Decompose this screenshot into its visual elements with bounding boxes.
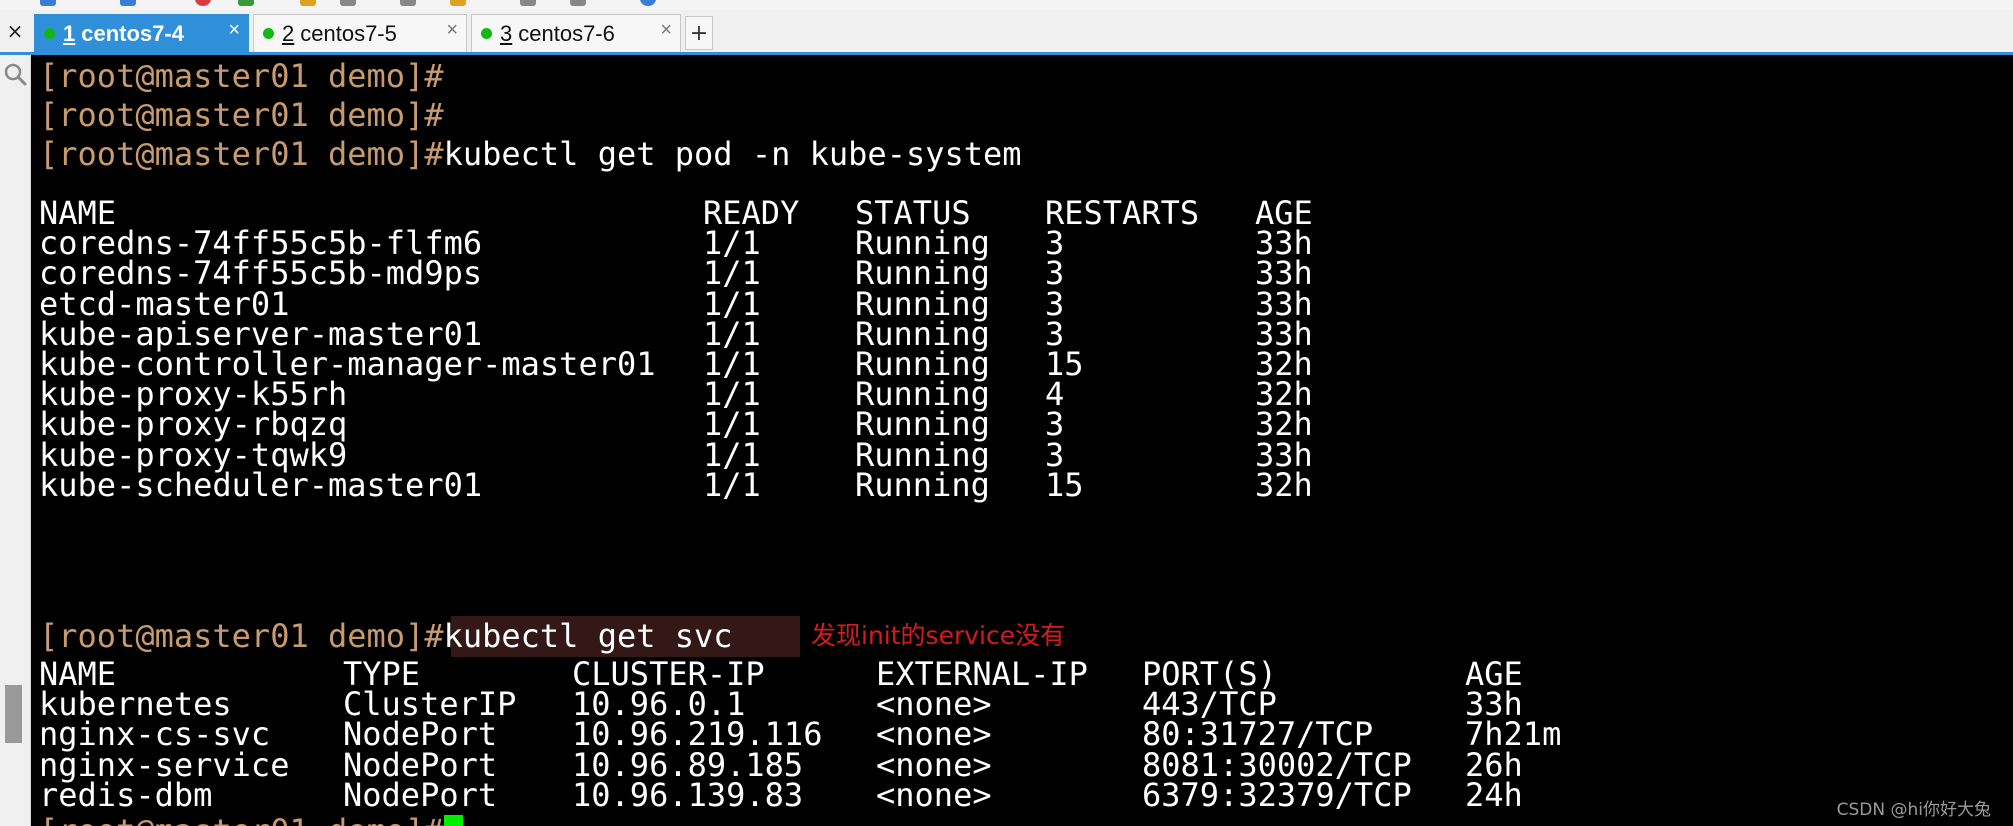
terminal-line: [root@master01 demo]#kubectl get pod -n … [39,135,1022,174]
terminal-line: [root@master01 demo]# [39,57,444,96]
tab-close-icon[interactable]: × [446,19,458,42]
connected-status-icon [263,28,274,39]
tab-centos7-4[interactable]: 1 centos7-4 × [34,14,249,52]
table-cell: redis-dbm [39,775,213,814]
terminal-cursor [443,815,463,826]
table-cell: 10.96.139.83 [572,775,804,814]
table-row: redis-dbm NodePort 10.96.139.83 <none> 6379:… [39,776,1999,815]
tab-close-icon[interactable]: × [228,19,240,42]
table-cell: NodePort [343,775,498,814]
terminal-line: [root@master01 demo]#kubectl get svc [39,617,733,656]
table-cell: 32h [1255,465,1313,504]
table-cell: 1/1 [703,465,761,504]
toolbar-icon[interactable] [238,0,254,6]
tab-label: centos7-6 [518,20,615,46]
tab-centos7-6[interactable]: 3 centos7-6 × [471,14,681,52]
tab-label: centos7-4 [81,20,184,46]
connected-status-icon [44,28,55,39]
terminal-line: [root@master01 demo]# [39,96,444,135]
toolbar-icon[interactable] [640,0,656,6]
shell-prompt: [root@master01 demo]# [39,96,444,134]
table-cell: Running [855,465,990,504]
scrollbar-thumb[interactable] [5,685,22,743]
toolbar-icon[interactable] [400,0,416,6]
table-cell: kube-scheduler-master01 [39,465,483,504]
toolbar-icon[interactable] [40,0,56,6]
tab-label: centos7-5 [300,20,397,46]
tab-number: 2 [282,20,295,46]
connected-status-icon [481,28,492,39]
table-cell: 6379:32379/TCP [1142,775,1412,814]
tab-centos7-5[interactable]: 2 centos7-5 × [253,14,467,52]
table-cell: 15 [1045,465,1084,504]
table-cell: 24h [1465,775,1523,814]
table-cell: <none> [876,775,992,814]
tab-number: 1 [63,20,76,46]
tab-close-icon[interactable]: × [660,19,672,42]
shell-prompt: [root@master01 demo]# [39,57,444,95]
toolbar-icon[interactable] [300,0,316,6]
toolbar-icon[interactable] [450,0,466,6]
toolbar-icon[interactable] [520,0,536,6]
close-icon[interactable]: × [0,10,30,52]
session-tab-bar: × 1 centos7-4 × 2 centos7-5 × 3 centos7-… [0,10,2013,55]
watermark: CSDN @hi你好大兔 [1836,800,1991,820]
toolbar-icon[interactable] [570,0,586,6]
toolbar-strip [0,0,2013,10]
new-tab-button[interactable]: + [685,16,713,50]
annotation-note: 发现init的service没有 [811,621,1066,650]
toolbar-icon[interactable] [120,0,136,6]
shell-prompt: [root@master01 demo]# [39,617,444,655]
terminal-screen[interactable]: [root@master01 demo]# [root@master01 dem… [31,55,2013,826]
table-row: kube-scheduler-master01 1/1 Running 15 32h [39,466,1999,505]
shell-command: kubectl get svc [443,617,733,655]
toolbar-icon[interactable] [340,0,356,6]
shell-command: kubectl get pod -n kube-system [443,135,1022,173]
tab-number: 3 [500,20,513,46]
shell-prompt: [root@master01 demo]# [39,135,444,173]
left-side-strip [0,55,31,826]
terminal-line: [root@master01 demo]# [39,812,463,826]
toolbar-icon[interactable] [195,0,211,6]
shell-prompt: [root@master01 demo]# [39,812,444,826]
search-icon[interactable] [2,61,28,87]
